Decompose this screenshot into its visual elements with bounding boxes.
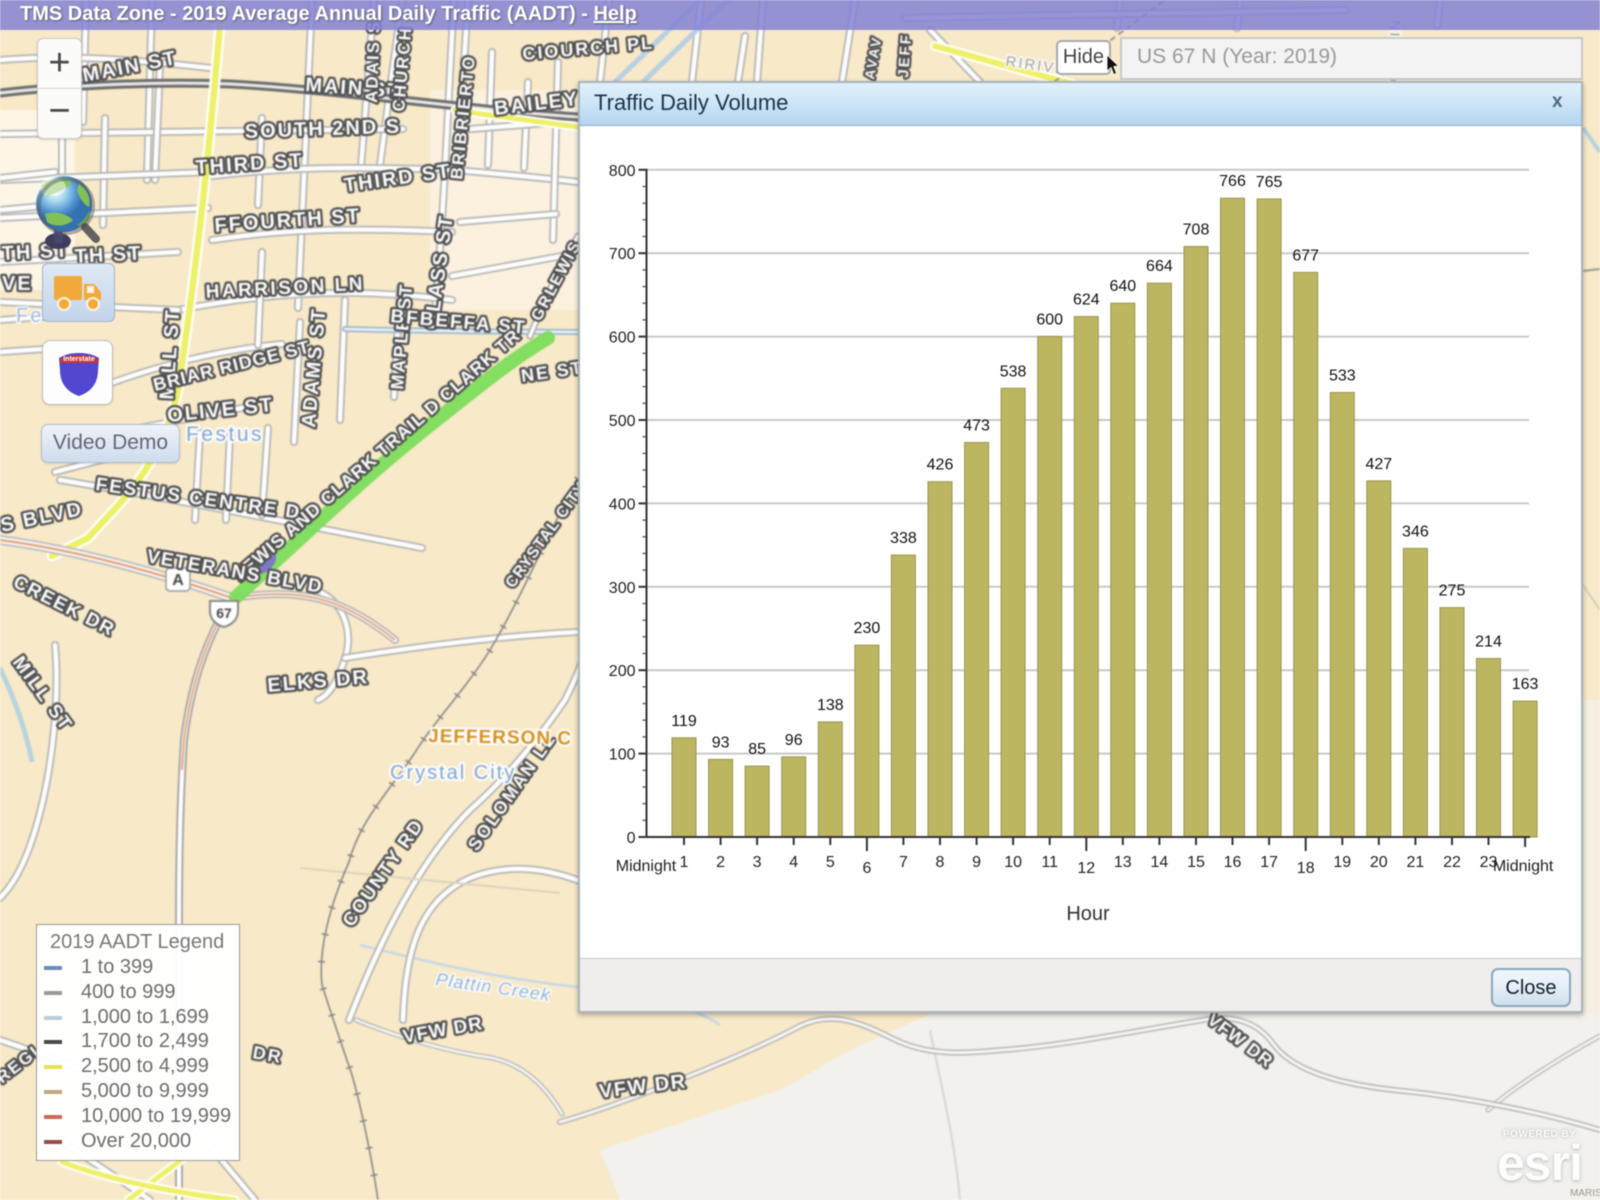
svg-text:Festus: Festus bbox=[186, 423, 264, 446]
svg-text:VE: VE bbox=[2, 273, 33, 295]
svg-text:67: 67 bbox=[216, 605, 232, 621]
svg-text:Fe: Fe bbox=[16, 305, 43, 327]
svg-text:Crystal City: Crystal City bbox=[390, 762, 516, 784]
svg-text:ADAIS S: ADAIS S bbox=[362, 20, 384, 104]
svg-text:Interstate: Interstate bbox=[63, 356, 95, 363]
svg-text:A: A bbox=[172, 572, 184, 589]
svg-text:JEFFERSON C: JEFFERSON C bbox=[428, 726, 572, 750]
svg-text:JEFF: JEFF bbox=[895, 33, 915, 79]
